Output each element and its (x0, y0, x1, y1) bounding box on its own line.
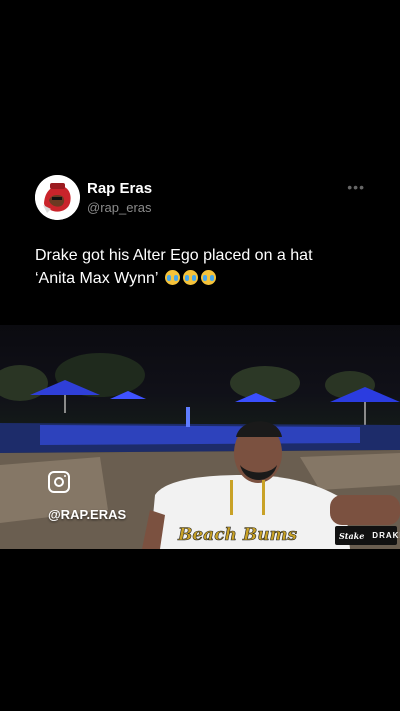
instagram-icon (48, 471, 70, 493)
jersey-text: Beach Bums (177, 525, 298, 545)
tweet-text: Drake got his Alter Ego placed on a hat … (35, 244, 375, 290)
ellipsis-icon[interactable]: ••• (347, 179, 365, 195)
author-name[interactable]: Rap Eras (87, 180, 152, 197)
avatar[interactable] (35, 175, 80, 220)
crying-emoji-icon (183, 270, 199, 285)
watermark-handle: @RAP.ERAS (48, 507, 127, 522)
tweet-header: Rap Eras @rap_eras ••• (35, 175, 375, 221)
avatar-cartoon-icon (35, 175, 80, 220)
crying-emoji-icon (201, 270, 217, 285)
brand-left: Stake (339, 530, 365, 541)
video-player[interactable]: Beach Bums @RAP.ERAS Stake DRAKE (0, 325, 400, 549)
brand-right: DRAKE (372, 531, 400, 540)
brand-badge: Stake DRAKE (335, 526, 400, 545)
tweet-text-line-2-text: ‘Anita Max Wynn’ (35, 270, 158, 287)
tweet-text-line-2: ‘Anita Max Wynn’ (35, 267, 375, 290)
author-handle[interactable]: @rap_eras (87, 200, 152, 215)
tweet-text-line-1: Drake got his Alter Ego placed on a hat (35, 247, 313, 264)
crying-emoji-icon (165, 270, 181, 285)
